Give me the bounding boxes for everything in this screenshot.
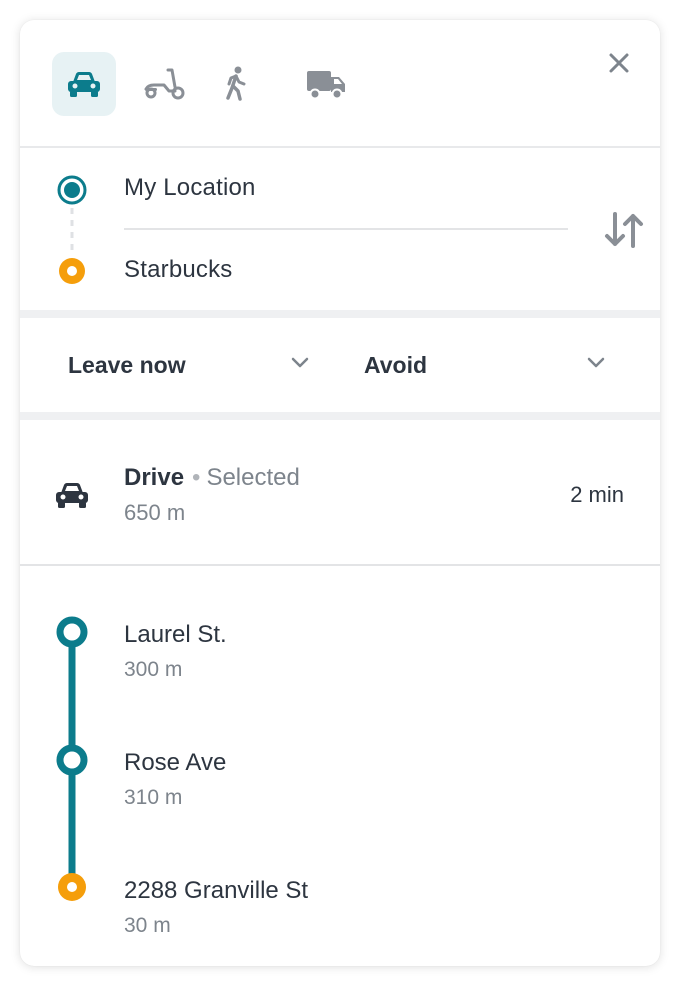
mode-car-button[interactable]	[52, 52, 116, 116]
step-name: 2288 Granville St	[124, 877, 309, 904]
close-button[interactable]	[604, 48, 634, 78]
step-distance: 30 m	[124, 914, 171, 937]
step-timeline	[56, 616, 88, 901]
scooter-icon	[144, 68, 185, 100]
step-distance: 310 m	[124, 786, 183, 809]
leave-time-label: Leave now	[68, 351, 186, 378]
walk-icon	[226, 66, 246, 101]
route-summary[interactable]: Drive • Selected 650 m 2 min	[20, 420, 660, 566]
mode-scooter-button[interactable]	[132, 52, 196, 116]
avoid-label: Avoid	[364, 351, 428, 378]
route-distance: 650 m	[124, 500, 186, 525]
swap-button[interactable]	[600, 206, 648, 254]
route-markers	[57, 175, 87, 284]
mode-walk-button[interactable]	[204, 52, 268, 116]
route-duration: 2 min	[570, 482, 624, 507]
close-icon	[609, 53, 629, 73]
mode-truck-button[interactable]	[294, 52, 358, 116]
separator-dot: •	[192, 464, 201, 491]
route-status: Selected	[206, 464, 300, 491]
avoid-dropdown[interactable]: Avoid	[364, 318, 618, 412]
section-divider	[20, 412, 660, 420]
section-divider	[20, 310, 660, 318]
step-marker-icon	[56, 616, 88, 648]
route-options: Leave now Avoid	[20, 318, 660, 412]
directions-panel: My Location Starbucks Leave now Avoid Dr…	[20, 20, 660, 966]
route-inputs: My Location Starbucks	[20, 150, 660, 310]
route-title: Drive • Selected	[124, 464, 300, 492]
transport-mode-bar	[20, 20, 660, 148]
step-name: Laurel St.	[124, 621, 227, 648]
step-distance: 300 m	[124, 658, 183, 681]
swap-icon	[605, 212, 643, 248]
chevron-down-icon	[291, 357, 309, 368]
route-divider	[124, 228, 568, 230]
chevron-down-icon	[587, 357, 605, 368]
truck-icon	[307, 71, 345, 100]
step-name: Rose Ave	[124, 749, 227, 776]
route-mode-label: Drive	[124, 464, 185, 491]
route-steps: Laurel St. 300 m Rose Ave 310 m 2288 Gra…	[20, 568, 660, 966]
origin-field[interactable]: My Location	[124, 174, 256, 202]
leave-time-dropdown[interactable]: Leave now	[68, 318, 322, 412]
destination-field[interactable]: Starbucks	[124, 256, 233, 284]
step-marker-icon	[56, 744, 88, 776]
car-icon	[56, 483, 88, 508]
car-icon	[68, 72, 100, 97]
